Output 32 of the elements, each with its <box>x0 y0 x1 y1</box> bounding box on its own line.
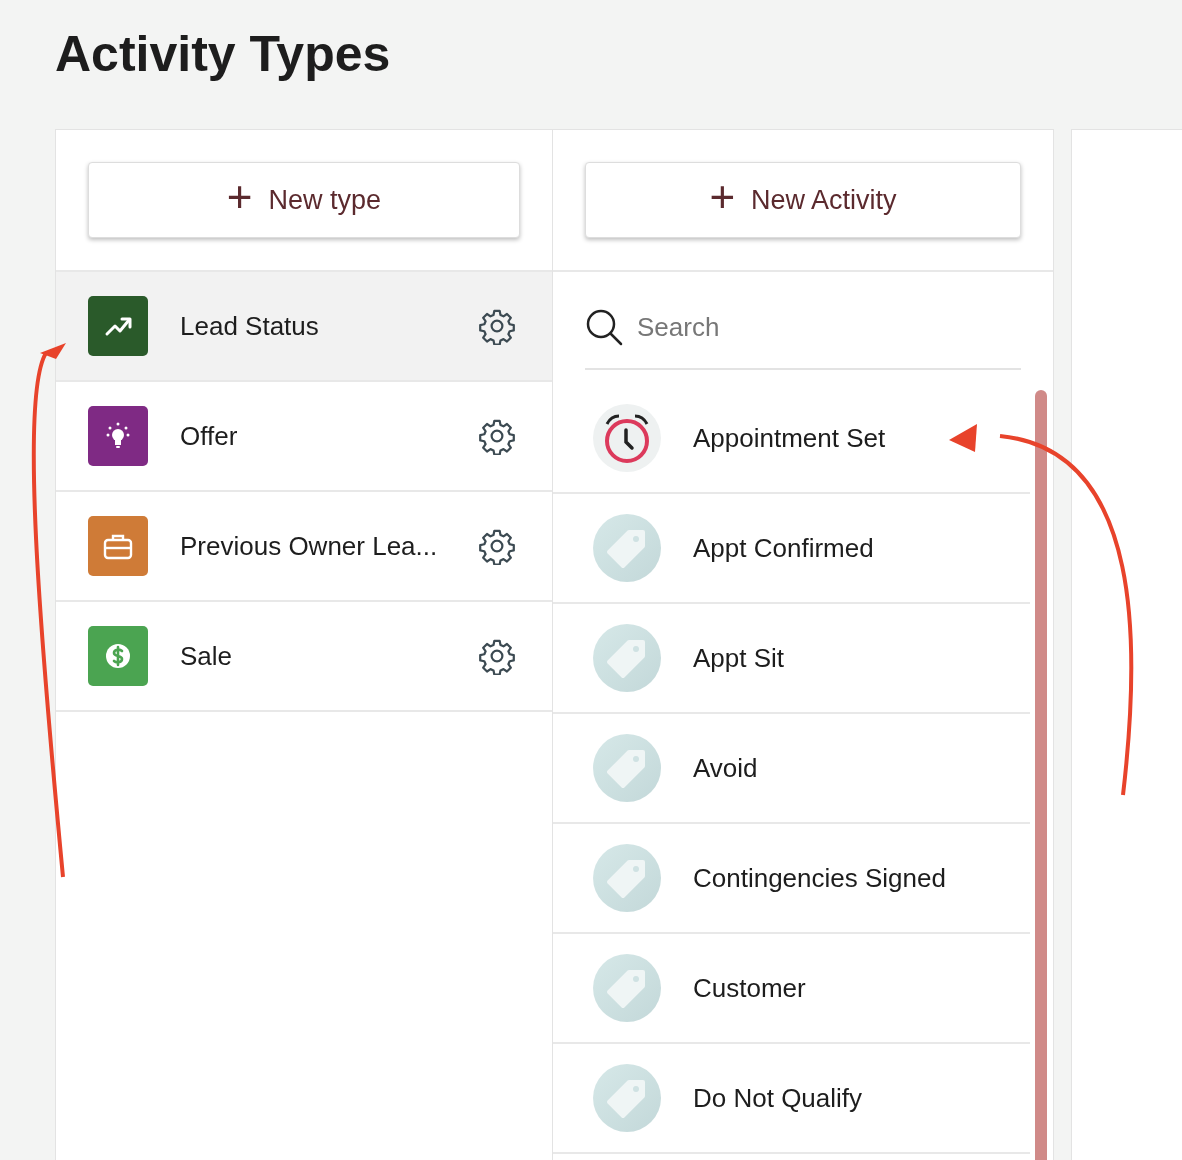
activity-label: Appt Confirmed <box>693 531 874 565</box>
search-icon <box>585 308 623 346</box>
activity-label: Appt Sit <box>693 641 785 675</box>
new-type-button[interactable]: + New type <box>88 162 520 238</box>
type-label: Offer <box>180 419 239 453</box>
activity-label: Customer <box>693 971 806 1005</box>
activity-list-item[interactable]: Do Not Qualify <box>553 1044 1030 1154</box>
activity-list-item[interactable]: Contingencies Signed <box>553 824 1030 934</box>
type-label: Sale <box>180 639 234 673</box>
activity-list-item[interactable]: Appt Confirmed <box>553 494 1030 604</box>
activity-list-item[interactable]: Customer <box>553 934 1030 1044</box>
activity-label: Avoid <box>693 751 758 785</box>
type-list-item[interactable]: Lead Status <box>56 272 552 382</box>
new-activity-button[interactable]: + New Activity <box>585 162 1021 238</box>
settings-icon[interactable] <box>478 417 516 455</box>
page-title: Activity Types <box>54 25 392 84</box>
type-list-item[interactable]: Previous Owner Lea... <box>56 492 552 602</box>
type-list-item[interactable]: Offer <box>56 382 552 492</box>
search-field[interactable]: Search <box>635 306 1021 348</box>
scrollbar-thumb[interactable] <box>1035 390 1047 1160</box>
activity-list-item[interactable]: Appt Sit <box>553 604 1030 714</box>
type-label: Lead Status <box>180 309 320 343</box>
activity-label: Do Not Qualify <box>693 1081 863 1115</box>
activity-list-item[interactable]: Avoid <box>553 714 1030 824</box>
activity-list-item[interactable]: Appointment Set <box>553 384 1030 494</box>
type-list-item[interactable]: Sale <box>56 602 552 712</box>
activity-label: Contingencies Signed <box>693 861 946 895</box>
activity-label: Appointment Set <box>693 421 886 455</box>
type-label: Previous Owner Lea... <box>180 529 439 563</box>
settings-icon[interactable] <box>478 307 516 345</box>
settings-icon[interactable] <box>478 527 516 565</box>
settings-icon[interactable] <box>478 637 516 675</box>
